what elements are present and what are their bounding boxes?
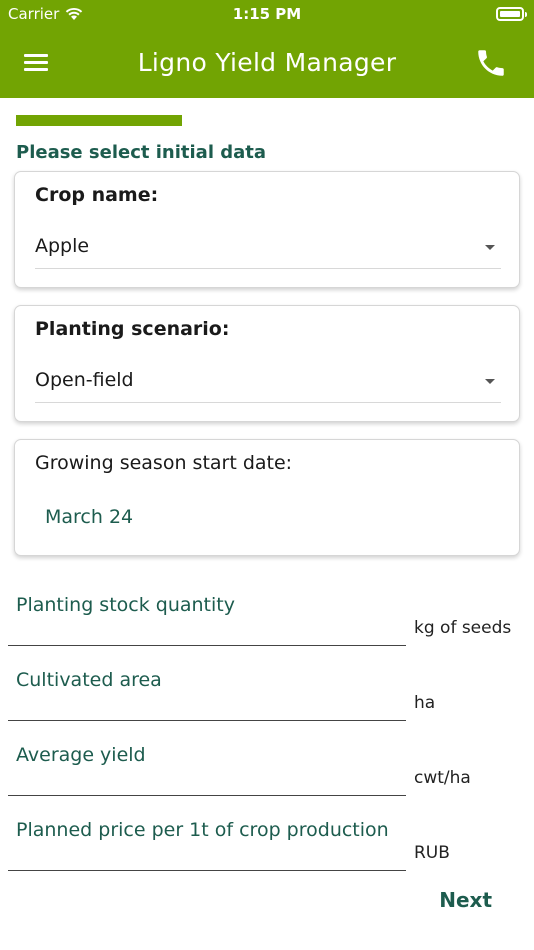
next-button[interactable]: Next	[439, 888, 492, 912]
chevron-down-icon	[485, 245, 495, 250]
status-bar: Carrier 1:15 PM	[0, 0, 534, 28]
field-placeholder: Planned price per 1t of crop production	[16, 819, 389, 841]
cultivated-area-input[interactable]: Cultivated area	[8, 665, 406, 721]
unit-label: RUB	[414, 843, 450, 863]
season-start-date-button[interactable]: March 24	[45, 506, 133, 528]
planting-scenario-value: Open-field	[35, 369, 134, 391]
status-time: 1:15 PM	[232, 5, 302, 23]
planting-stock-quantity-input[interactable]: Planting stock quantity	[8, 590, 406, 646]
chevron-down-icon	[485, 379, 495, 384]
average-yield-input[interactable]: Average yield	[8, 740, 406, 796]
planting-scenario-select[interactable]: Open-field	[35, 363, 501, 403]
planting-scenario-label: Planting scenario:	[35, 318, 230, 340]
crop-name-value: Apple	[35, 235, 90, 257]
crop-name-label: Crop name:	[35, 184, 159, 206]
planned-price-input[interactable]: Planned price per 1t of crop production	[8, 815, 406, 871]
crop-name-select[interactable]: Apple	[35, 229, 501, 269]
field-placeholder: Cultivated area	[16, 669, 162, 691]
unit-label: kg of seeds	[414, 618, 512, 638]
app-header: Carrier 1:15 PM Ligno Yield Manager	[0, 0, 534, 98]
phone-icon[interactable]	[474, 46, 508, 80]
battery-icon	[496, 7, 527, 21]
crop-name-card: Crop name: Apple	[14, 171, 520, 288]
planting-scenario-card: Planting scenario: Open-field	[14, 305, 520, 422]
section-subtitle: Please select initial data	[16, 142, 267, 163]
field-placeholder: Planting stock quantity	[16, 594, 235, 616]
field-placeholder: Average yield	[16, 744, 146, 766]
unit-label: cwt/ha	[414, 768, 471, 788]
unit-label: ha	[414, 693, 436, 713]
progress-bar	[16, 115, 182, 126]
page-title: Ligno Yield Manager	[137, 48, 397, 77]
growing-season-card: Growing season start date: March 24	[14, 439, 520, 556]
growing-season-label: Growing season start date:	[35, 452, 293, 474]
nav-bar: Ligno Yield Manager	[0, 28, 534, 98]
